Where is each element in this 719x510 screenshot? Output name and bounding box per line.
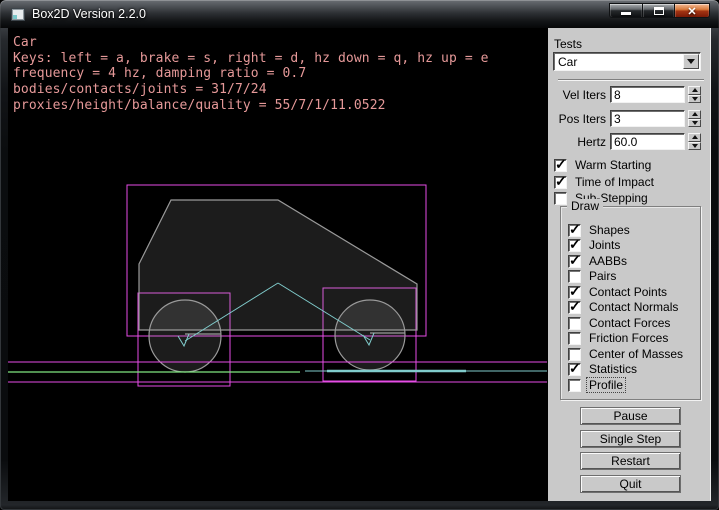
checkbox-label: AABBs	[587, 254, 629, 268]
front-wheel-shape	[335, 300, 405, 370]
checkbox-box	[568, 270, 581, 283]
pause-button[interactable]: Pause	[580, 407, 681, 425]
check-icon	[569, 236, 581, 253]
control-panel: Tests Car Vel Iters Pos Iters	[547, 28, 711, 501]
vel-iters-label: Vel Iters	[548, 88, 606, 102]
vel-iters-input[interactable]	[610, 86, 685, 103]
caption-buttons: ✕	[609, 3, 710, 18]
checkbox-label: Center of Masses	[587, 347, 685, 361]
checkbox-label: Shapes	[587, 223, 632, 237]
check-icon	[569, 252, 581, 269]
checkbox-label: Friction Forces	[587, 331, 670, 345]
restart-button[interactable]: Restart	[580, 452, 681, 470]
checkbox-friction-forces[interactable]: Friction Forces	[568, 331, 670, 345]
window-title: Box2D Version 2.2.0	[32, 7, 146, 21]
simulation-canvas[interactable]: Car Keys: left = a, brake = s, right = d…	[8, 28, 547, 501]
stats-line-bodies: bodies/contacts/joints = 31/7/24	[13, 82, 489, 98]
checkbox-label: Time of Impact	[573, 175, 656, 189]
checkbox-contact-points[interactable]: Contact Points	[568, 285, 669, 299]
draw-group-label: Draw	[567, 199, 603, 213]
checkbox-label: Pairs	[587, 269, 618, 283]
hertz-label: Hertz	[548, 135, 606, 149]
checkbox-pairs[interactable]: Pairs	[568, 269, 618, 283]
check-icon	[555, 173, 567, 190]
app-icon	[11, 8, 25, 21]
rear-wheel-shape	[149, 300, 221, 372]
minimize-button[interactable]	[609, 3, 643, 18]
spinner-down-icon	[692, 121, 698, 125]
checkbox-statistics[interactable]: Statistics	[568, 362, 639, 376]
quit-button[interactable]: Quit	[580, 475, 681, 493]
check-icon	[569, 360, 581, 377]
test-title: Car	[13, 35, 489, 51]
close-icon: ✕	[675, 5, 709, 18]
spinner-down-icon	[692, 97, 698, 101]
checkbox-warm-starting[interactable]: Warm Starting	[554, 158, 653, 172]
titlebar[interactable]: Box2D Version 2.2.0 ✕	[0, 0, 719, 28]
checkbox-box	[568, 332, 581, 345]
checkbox-label: Profile	[587, 378, 625, 392]
checkbox-box	[568, 255, 581, 268]
minimize-icon	[621, 12, 631, 15]
checkbox-aabbs[interactable]: AABBs	[568, 254, 629, 268]
pos-iters-spinner	[688, 110, 701, 127]
client-area: Car Keys: left = a, brake = s, right = d…	[8, 28, 711, 501]
checkbox-label: Contact Normals	[587, 300, 680, 314]
spinner-down-button[interactable]	[688, 119, 701, 128]
vel-iters-spinner	[688, 86, 701, 103]
spinner-up-button[interactable]	[688, 133, 701, 142]
checkbox-label: Contact Points	[587, 285, 669, 299]
check-icon	[569, 298, 581, 315]
spinner-up-button[interactable]	[688, 86, 701, 95]
checkbox-box	[568, 317, 581, 330]
checkbox-label: Joints	[587, 238, 622, 252]
tests-dropdown[interactable]: Car	[553, 52, 701, 71]
checkbox-box	[568, 239, 581, 252]
checkbox-profile[interactable]: Profile	[568, 378, 625, 392]
separator	[558, 79, 704, 81]
checkbox-box	[554, 192, 567, 205]
maximize-button[interactable]	[643, 3, 674, 18]
spinner-up-icon	[692, 135, 698, 139]
tests-dropdown-button[interactable]	[683, 54, 699, 69]
checkbox-box	[554, 159, 567, 172]
checkbox-label: Warm Starting	[573, 158, 653, 172]
spinner-down-button[interactable]	[688, 95, 701, 104]
checkbox-box	[568, 301, 581, 314]
maximize-icon	[654, 7, 664, 15]
stats-line-keys: Keys: left = a, brake = s, right = d, hz…	[13, 51, 489, 67]
spinner-up-button[interactable]	[688, 110, 701, 119]
spinner-down-icon	[692, 144, 698, 148]
checkbox-contact-normals[interactable]: Contact Normals	[568, 300, 680, 314]
chevron-down-icon	[687, 59, 695, 64]
single-step-button[interactable]: Single Step	[580, 430, 681, 448]
check-icon	[555, 156, 567, 173]
spinner-down-button[interactable]	[688, 142, 701, 151]
checkbox-joints[interactable]: Joints	[568, 238, 622, 252]
stats-line-frequency: frequency = 4 hz, damping ratio = 0.7	[13, 66, 489, 82]
stats-overlay: Car Keys: left = a, brake = s, right = d…	[13, 35, 489, 114]
spinner-up-icon	[692, 112, 698, 116]
checkbox-label: Contact Forces	[587, 316, 672, 330]
hertz-input[interactable]	[610, 133, 685, 150]
checkbox-time-of-impact[interactable]: Time of Impact	[554, 175, 656, 189]
close-button[interactable]: ✕	[674, 3, 710, 18]
spinner-up-icon	[692, 88, 698, 92]
hertz-spinner	[688, 133, 701, 150]
checkbox-box	[568, 379, 581, 392]
checkbox-box	[554, 176, 567, 189]
checkbox-contact-forces[interactable]: Contact Forces	[568, 316, 672, 330]
tests-dropdown-value: Car	[554, 55, 683, 69]
pos-iters-input[interactable]	[610, 110, 685, 127]
checkbox-center-of-masses[interactable]: Center of Masses	[568, 347, 685, 361]
pos-iters-label: Pos Iters	[548, 112, 606, 126]
checkbox-label: Statistics	[587, 362, 639, 376]
stats-line-proxies: proxies/height/balance/quality = 55/7/1/…	[13, 98, 489, 114]
app-window: Box2D Version 2.2.0 ✕	[0, 0, 719, 510]
checkbox-box	[568, 363, 581, 376]
tests-label: Tests	[554, 37, 582, 51]
